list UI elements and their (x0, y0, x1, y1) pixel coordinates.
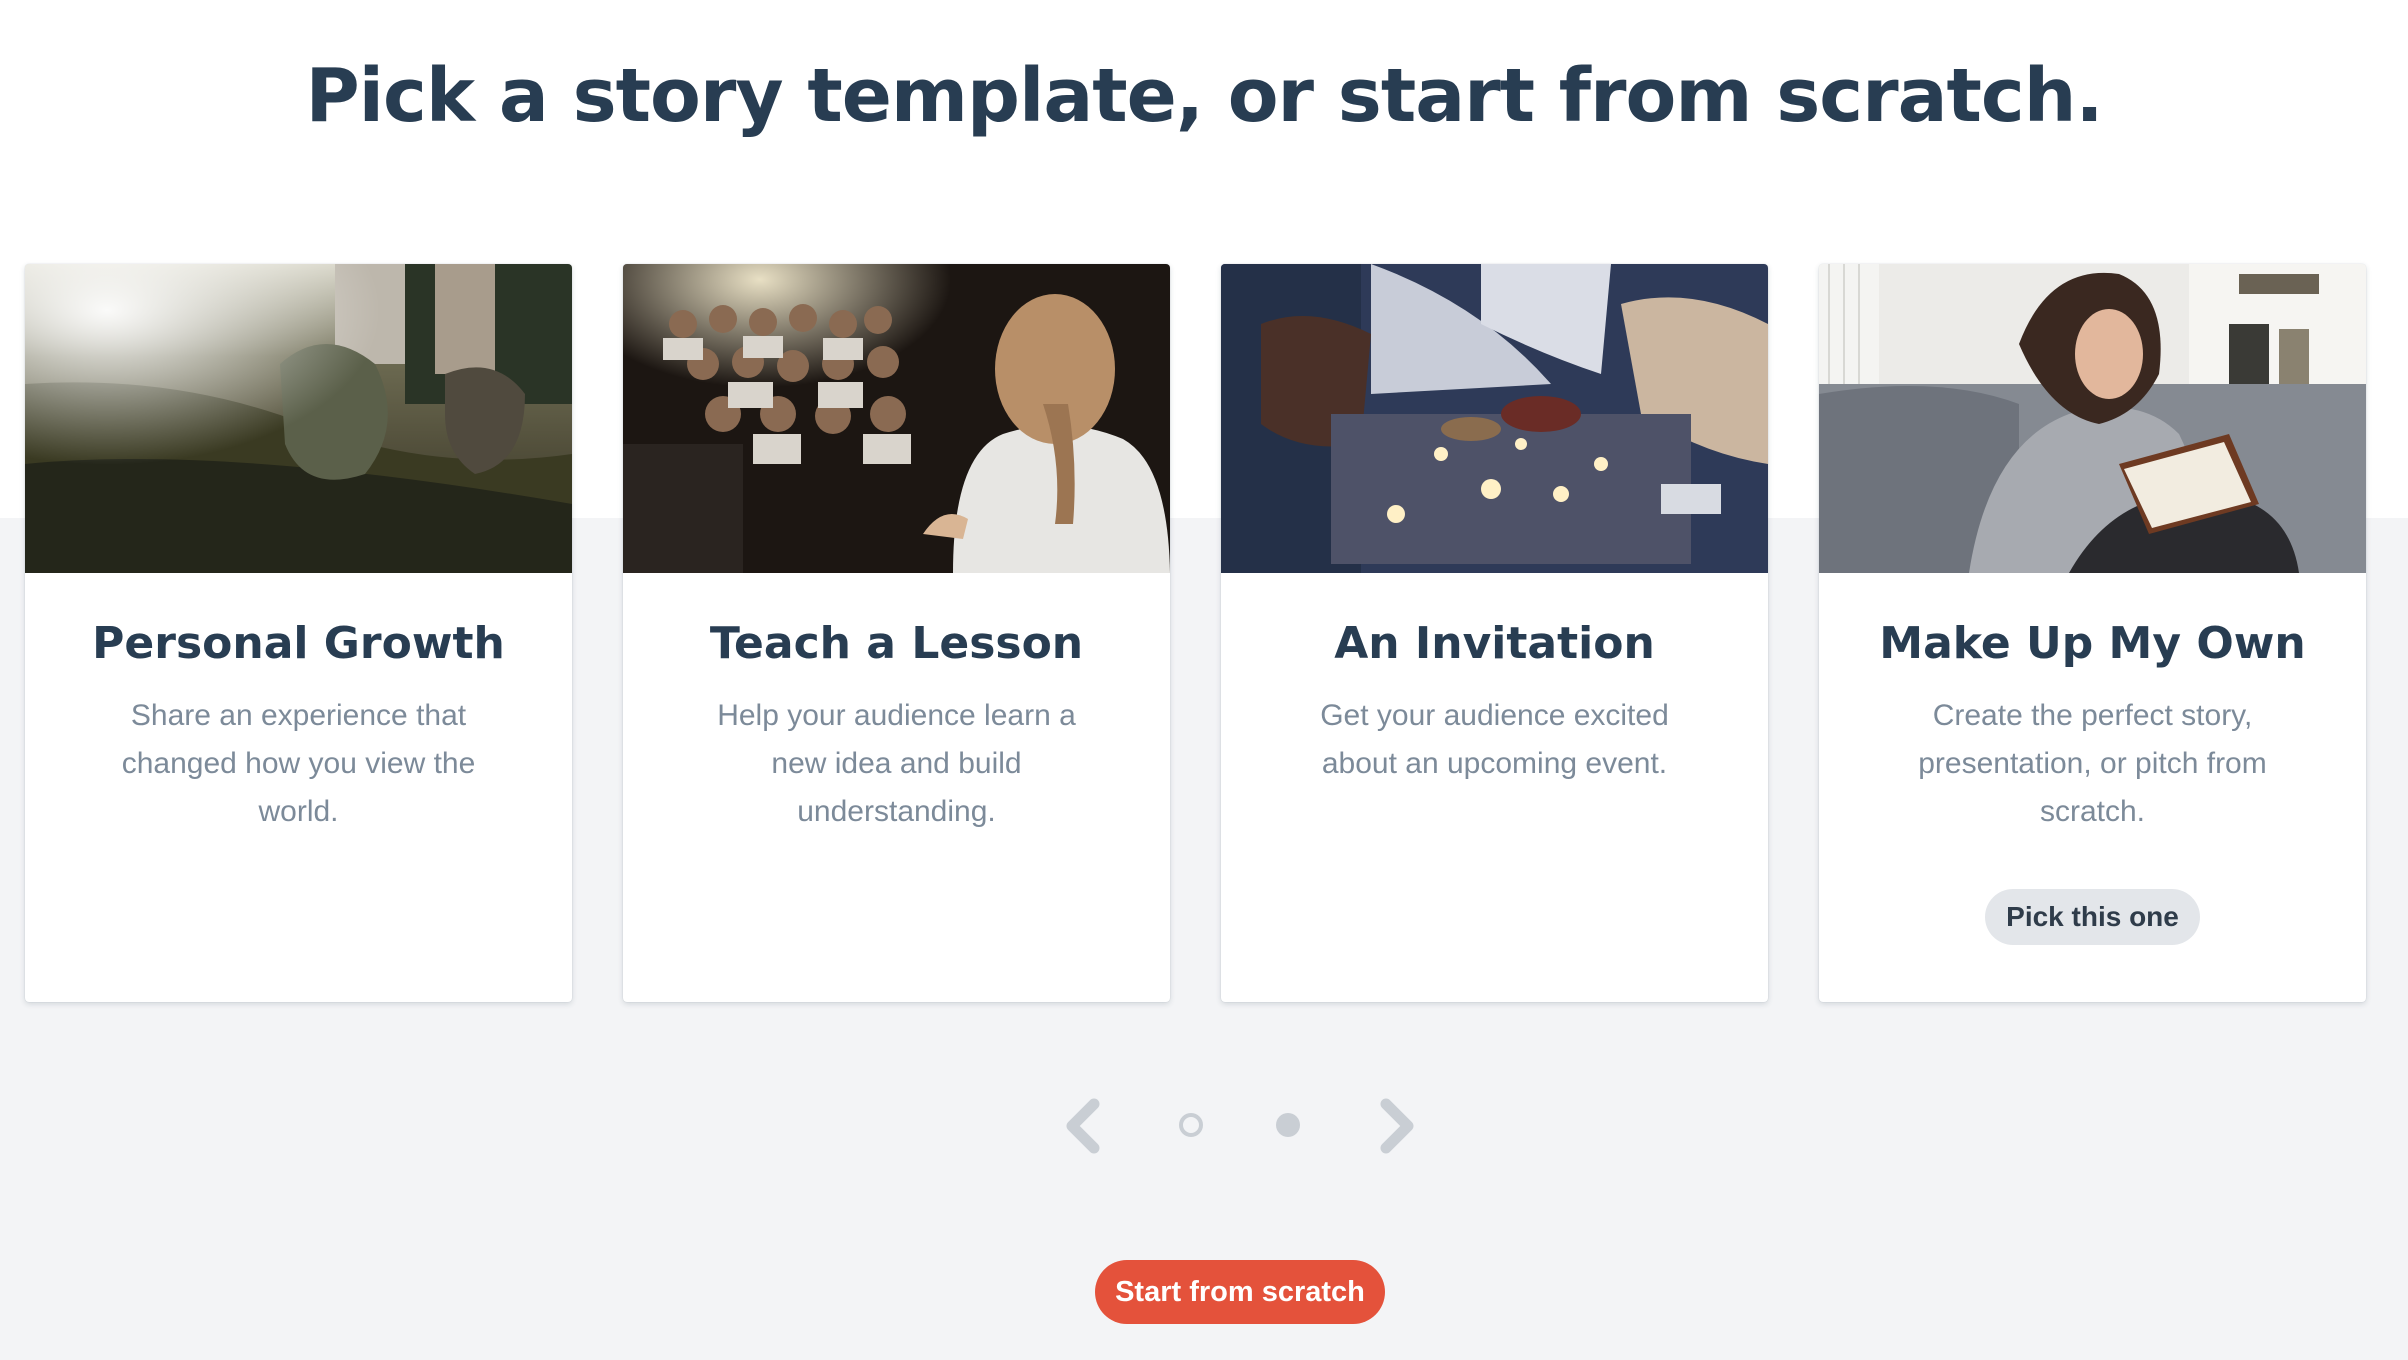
template-description: Help your audience learn a new idea and … (717, 699, 1076, 828)
template-image-make-up-my-own (1819, 264, 2366, 573)
template-card-make-up-my-own[interactable]: Make Up My Own Create the perfect story,… (1819, 264, 2366, 1002)
carousel-dot-page-2[interactable] (1276, 1113, 1300, 1137)
template-description: Get your audience excited about an upcom… (1320, 699, 1669, 780)
carousel-dot-page-1[interactable] (1179, 1113, 1203, 1137)
template-title: Personal Growth (92, 618, 505, 669)
template-card-teach-a-lesson[interactable]: Teach a Lesson Help your audience learn … (623, 264, 1170, 1002)
template-card-an-invitation[interactable]: An Invitation Get your audience excited … (1221, 264, 1768, 1002)
chevron-left-icon (1066, 1098, 1100, 1154)
chevron-right-icon (1380, 1098, 1414, 1154)
template-image-an-invitation (1221, 264, 1768, 573)
carousel-next-button[interactable] (1370, 1098, 1420, 1154)
page-title: Pick a story template, or start from scr… (305, 53, 2103, 139)
template-title: Teach a Lesson (709, 618, 1084, 669)
pick-this-one-button[interactable]: Pick this one (1985, 889, 2200, 945)
template-card-personal-growth[interactable]: Personal Growth Share an experience that… (25, 264, 572, 1002)
template-image-teach-a-lesson (623, 264, 1170, 573)
template-title: Make Up My Own (1879, 618, 2306, 669)
start-from-scratch-button[interactable]: Start from scratch (1095, 1260, 1385, 1324)
template-description: Create the perfect story, presentation, … (1918, 699, 2267, 828)
template-title: An Invitation (1334, 618, 1655, 669)
carousel-prev-button[interactable] (1060, 1098, 1110, 1154)
template-image-personal-growth (25, 264, 572, 573)
template-description: Share an experience that changed how you… (121, 699, 476, 828)
